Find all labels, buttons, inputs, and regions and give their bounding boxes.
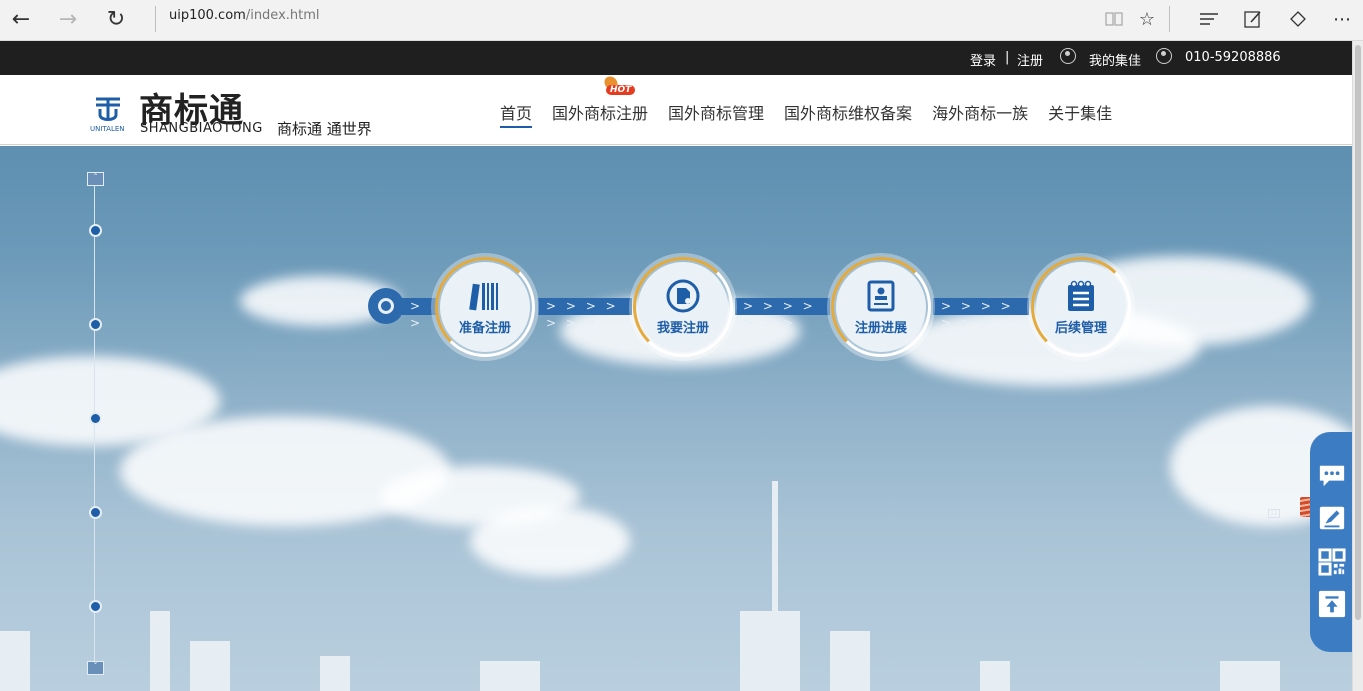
building-decoration <box>830 631 870 691</box>
arrow-band: > > > > > > > <box>735 298 830 330</box>
floating-side-toolbar <box>1310 432 1352 652</box>
process-start-node <box>368 288 404 324</box>
nav-rights-filing[interactable]: 国外商标维权备案 <box>784 100 912 128</box>
nav-foreign-management[interactable]: 国外商标管理 <box>668 100 764 128</box>
building-decoration <box>740 611 800 691</box>
site-header: UNITALEN 商标通 SHANGBIAOTONG 商标通 通世界 首页 国外… <box>0 73 1352 145</box>
step-prepare-registration[interactable]: 准备注册 <box>431 253 539 361</box>
web-note-icon[interactable] <box>1238 6 1268 32</box>
back-to-top-icon[interactable] <box>1318 590 1346 618</box>
step-label: 准备注册 <box>458 320 511 336</box>
books-icon <box>469 282 498 310</box>
hot-badge: HOT <box>601 73 636 99</box>
nav-about[interactable]: 关于集佳 <box>1048 100 1112 128</box>
tower-decoration <box>772 481 778 691</box>
timeline-dot[interactable] <box>89 412 102 425</box>
scrollbar-thumb[interactable] <box>1355 45 1361 620</box>
register-link[interactable]: 注册 <box>1017 50 1043 69</box>
timeline-up-icon[interactable]: ˆ <box>87 172 104 186</box>
logo-text-en: SHANGBIAOTONG <box>140 121 263 136</box>
phone-number: 010-59208886 <box>1185 50 1281 65</box>
login-link[interactable]: 登录 <box>970 50 996 69</box>
hub-icon[interactable] <box>1194 6 1224 32</box>
step-register-now[interactable]: 我要注册 <box>629 253 737 361</box>
timeline-dot[interactable] <box>89 224 102 237</box>
nav-home[interactable]: 首页 <box>500 100 533 128</box>
building-decoration <box>980 661 1010 691</box>
arrow-band: > > > > > > > <box>538 298 632 330</box>
step-label: 后续管理 <box>1054 320 1107 336</box>
notepad-icon <box>1068 280 1094 311</box>
chat-icon[interactable] <box>1318 462 1346 490</box>
user-icon <box>1060 48 1076 64</box>
edit-icon[interactable] <box>1318 504 1346 532</box>
building-decoration <box>480 661 540 691</box>
slogan: 商标通 通世界 <box>277 120 372 138</box>
target-icon <box>378 298 394 314</box>
timeline-dot[interactable] <box>89 318 102 331</box>
nav-foreign-registration[interactable]: 国外商标注册 <box>552 100 648 128</box>
building-decoration <box>150 611 170 691</box>
share-icon[interactable] <box>1283 6 1313 32</box>
building-decoration <box>320 656 350 691</box>
reading-view-icon[interactable] <box>1099 6 1129 32</box>
step-follow-up-management[interactable]: 后续管理 <box>1027 253 1135 361</box>
step-label: 注册进展 <box>854 320 907 336</box>
page-scrollbar[interactable] <box>1352 41 1363 691</box>
more-options-icon[interactable]: ⋯ <box>1327 6 1357 32</box>
main-navigation: 首页 国外商标注册 国外商标管理 国外商标维权备案 海外商标一族 关于集佳 <box>500 100 1132 128</box>
phone-icon <box>1156 48 1172 64</box>
step-label: 我要注册 <box>656 320 709 336</box>
favorite-star-icon[interactable]: ☆ <box>1132 6 1162 32</box>
building-decoration <box>0 631 30 691</box>
toolbar-divider <box>155 6 156 32</box>
arrow-band: > > > > > > > <box>933 298 1029 330</box>
building-decoration <box>1220 661 1280 691</box>
building-decoration <box>190 641 230 691</box>
url-host: uip100.com <box>169 8 246 23</box>
hot-label: HOT <box>606 85 636 95</box>
top-utility-bar: 登录 | 注册 我的集佳 010-59208886 <box>0 41 1352 75</box>
qrcode-icon[interactable] <box>1318 548 1346 576</box>
my-account-link[interactable]: 我的集佳 <box>1089 50 1141 69</box>
forward-arrow-icon[interactable]: → <box>53 6 83 32</box>
id-card-icon <box>867 280 895 311</box>
address-bar[interactable]: uip100.com/index.html <box>169 8 320 23</box>
browser-toolbar: ← → ↻ uip100.com/index.html ☆ ⋯ <box>0 0 1363 41</box>
step-registration-progress[interactable]: 注册进展 <box>827 253 935 361</box>
timeline-dot[interactable] <box>89 600 102 613</box>
toolbar-divider <box>1169 6 1170 32</box>
mini-tag-icon: 12 <box>1268 509 1280 518</box>
refresh-icon[interactable]: ↻ <box>101 6 131 32</box>
back-arrow-icon[interactable]: ← <box>6 6 36 32</box>
timeline-down-icon[interactable]: ˇ <box>87 661 104 675</box>
link-divider: | <box>1005 50 1010 65</box>
register-document-icon <box>666 279 700 312</box>
url-path: /index.html <box>245 8 320 23</box>
logo-brand: UNITALEN <box>90 125 125 133</box>
cloud-decoration <box>470 506 630 576</box>
nav-overseas-family[interactable]: 海外商标一族 <box>932 100 1028 128</box>
timeline-dot[interactable] <box>89 506 102 519</box>
hero-banner <box>0 146 1352 691</box>
